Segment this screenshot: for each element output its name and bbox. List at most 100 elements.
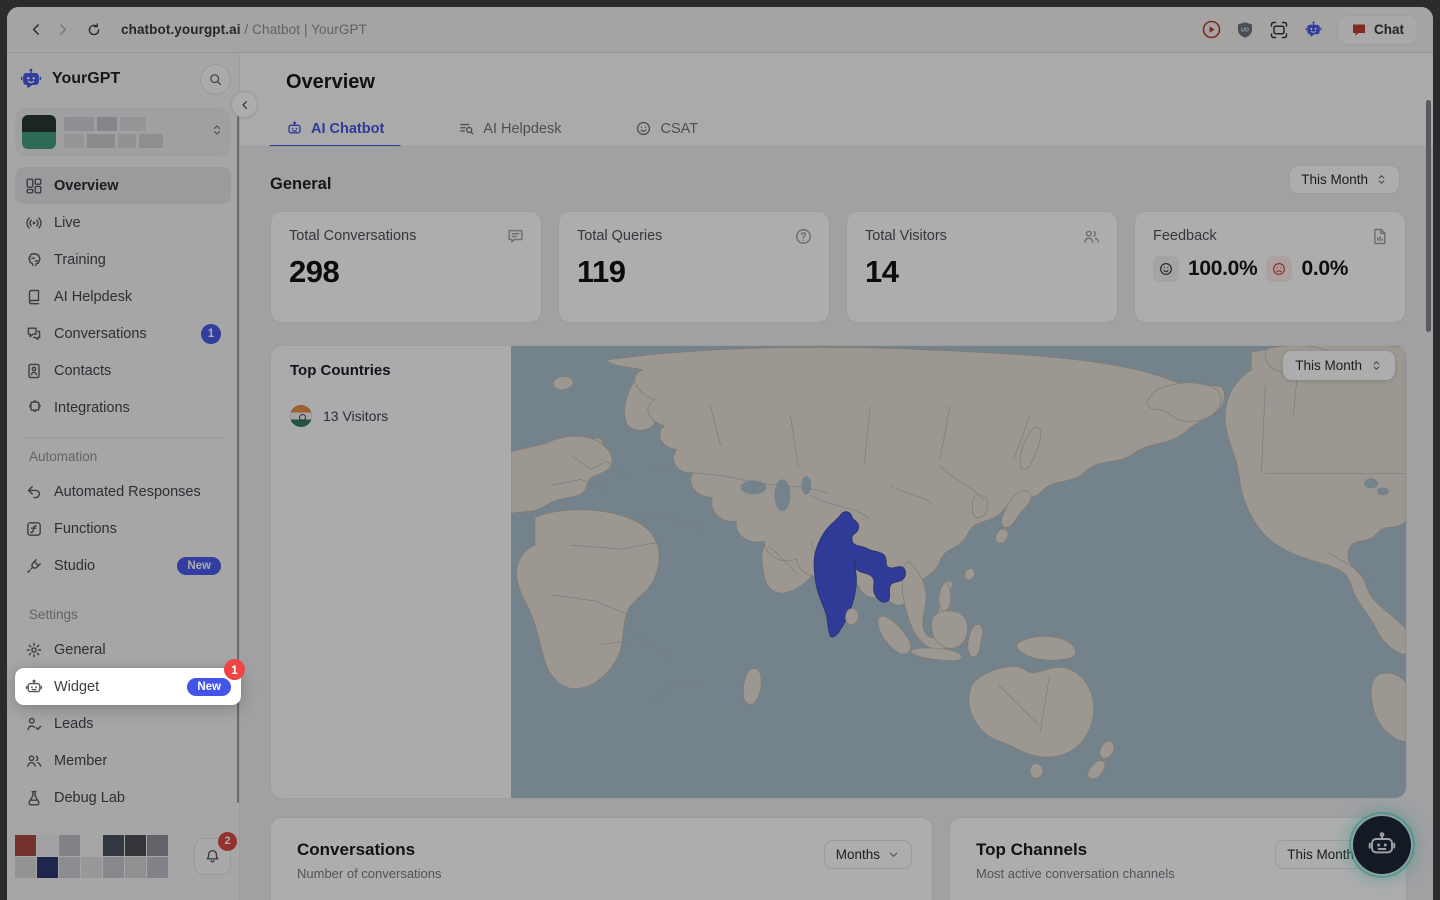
conversations-period-select[interactable]: Months	[824, 840, 912, 869]
sidebar-item-automated-responses[interactable]: Automated Responses	[15, 473, 231, 510]
sidebar-collapse-button[interactable]	[231, 91, 258, 118]
browser-window: chatbot.yourgpt.ai / Chatbot | YourGPT U…	[7, 7, 1433, 900]
sidebar-item-debug-lab[interactable]: Debug Lab	[15, 779, 231, 816]
settings-section-label: Settings	[29, 607, 78, 622]
chevrons-up-down-icon	[1370, 359, 1383, 372]
general-period-select[interactable]: This Month	[1289, 165, 1400, 194]
video-extension-icon[interactable]	[1202, 20, 1221, 39]
stat-label: Total Visitors	[865, 228, 1099, 244]
main-panel: Overview AI Chatbot AI Helpdesk CSAT	[240, 53, 1433, 900]
negative-frown-icon	[1266, 256, 1292, 282]
yourgpt-extension-icon[interactable]	[1304, 20, 1323, 39]
nav-label: Overview	[54, 178, 119, 194]
top-countries-card: Top Countries 13 Visitors	[270, 345, 1407, 799]
nav-label: Integrations	[54, 400, 130, 416]
overview-grid-icon	[25, 177, 43, 195]
browser-toolbar: chatbot.yourgpt.ai / Chatbot | YourGPT U…	[7, 7, 1433, 53]
bell-notification-badge: 2	[218, 832, 237, 851]
stat-value: 298	[289, 254, 523, 290]
sidebar-divider	[23, 437, 223, 438]
sidebar-item-conversations[interactable]: Conversations 1	[15, 315, 231, 352]
shield-extension-icon[interactable]: UO	[1236, 21, 1254, 39]
tab-label: CSAT	[660, 121, 698, 137]
workspace-selector[interactable]	[15, 108, 231, 156]
yourgpt-logo-icon	[19, 67, 43, 91]
nav-label: Functions	[54, 521, 117, 537]
url-rest: / Chatbot | YourGPT	[241, 22, 367, 37]
automation-section-label: Automation	[29, 449, 97, 464]
sidebar-item-widget[interactable]: Widget New 1	[15, 668, 241, 705]
brand-name: YourGPT	[52, 70, 120, 88]
sidebar-item-leads[interactable]: Leads	[15, 705, 231, 742]
redacted-workspace-name	[64, 117, 163, 148]
robot-tab-icon	[286, 120, 303, 137]
profile-row[interactable]: 2	[15, 834, 231, 878]
nav-label: Training	[54, 252, 106, 268]
top-countries-heading: Top Countries	[290, 362, 492, 379]
country-visitors: 13 Visitors	[323, 408, 388, 424]
extension-cluster: UO Chat	[1202, 16, 1417, 44]
studio-plug-icon	[25, 557, 43, 575]
message-square-icon	[506, 227, 525, 246]
gear-icon	[25, 641, 43, 659]
world-map-svg	[511, 346, 1406, 798]
positive-feedback-value: 100.0%	[1188, 257, 1257, 281]
sidebar-nav-main: Overview Live Training AI Helpdesk	[15, 167, 231, 426]
period-value: This Month	[1301, 172, 1368, 187]
sidebar-item-studio[interactable]: Studio New	[15, 547, 231, 584]
nav-label: General	[54, 642, 106, 658]
tab-label: AI Chatbot	[311, 121, 384, 137]
nav-label: Studio	[54, 558, 95, 574]
reload-button[interactable]	[81, 17, 107, 43]
stat-value: 119	[577, 254, 811, 290]
address-bar[interactable]: chatbot.yourgpt.ai / Chatbot | YourGPT	[121, 22, 367, 37]
sidebar-item-training[interactable]: Training	[15, 241, 231, 278]
sidebar-item-ai-helpdesk[interactable]: AI Helpdesk	[15, 278, 231, 315]
sidebar-item-live[interactable]: Live	[15, 204, 231, 241]
bell-icon	[204, 848, 221, 865]
forward-button[interactable]	[49, 17, 75, 43]
sidebar-item-overview[interactable]: Overview	[15, 167, 231, 204]
stat-label: Total Conversations	[289, 228, 523, 244]
tab-csat[interactable]: CSAT	[618, 110, 715, 147]
back-button[interactable]	[23, 17, 49, 43]
reply-arrow-icon	[25, 483, 43, 501]
period-value: This Month	[1287, 847, 1354, 862]
file-report-icon	[1370, 227, 1389, 246]
nav-label: Leads	[54, 716, 94, 732]
general-heading: General	[270, 175, 331, 193]
sidebar-item-functions[interactable]: Functions	[15, 510, 231, 547]
browser-chat-button[interactable]: Chat	[1338, 16, 1417, 44]
contacts-card-icon	[25, 362, 43, 380]
widget-notification-badge: 1	[224, 659, 245, 680]
chat-bubble-icon	[1351, 22, 1367, 38]
tab-ai-helpdesk[interactable]: AI Helpdesk	[441, 110, 578, 147]
app-frame: YourGPT	[7, 53, 1433, 900]
nav-label: Widget	[54, 679, 99, 695]
chat-widget-button[interactable]	[1353, 816, 1411, 874]
screenshot-extension-icon[interactable]	[1269, 20, 1289, 40]
world-map[interactable]: This Month	[511, 346, 1406, 798]
negative-feedback-value: 0.0%	[1301, 257, 1348, 281]
sidebar-item-integrations[interactable]: Integrations	[15, 389, 231, 426]
sidebar-item-contacts[interactable]: Contacts	[15, 352, 231, 389]
period-value: Months	[836, 847, 880, 862]
main-scrollbar[interactable]	[1426, 100, 1431, 332]
nav-label: Conversations	[54, 326, 147, 342]
sidebar-item-general[interactable]: General	[15, 631, 231, 668]
widget-robot-icon	[25, 678, 43, 696]
help-circle-icon	[794, 227, 813, 246]
nav-label: Member	[54, 753, 107, 769]
map-period-select[interactable]: This Month	[1283, 351, 1395, 380]
sidebar-search-button[interactable]	[200, 64, 231, 95]
tab-ai-chatbot[interactable]: AI Chatbot	[269, 110, 401, 147]
notifications-bell-button[interactable]: 2	[194, 838, 231, 875]
country-row-india[interactable]: 13 Visitors	[290, 405, 492, 427]
functions-icon	[25, 520, 43, 538]
period-value: This Month	[1295, 358, 1362, 373]
stats-row: Total Conversations 298 Total Queries 11…	[270, 211, 1406, 323]
tabs-bar: AI Chatbot AI Helpdesk CSAT	[269, 110, 715, 147]
conversations-count-badge: 1	[201, 324, 221, 344]
smiley-tab-icon	[635, 120, 652, 137]
sidebar-item-member[interactable]: Member	[15, 742, 231, 779]
